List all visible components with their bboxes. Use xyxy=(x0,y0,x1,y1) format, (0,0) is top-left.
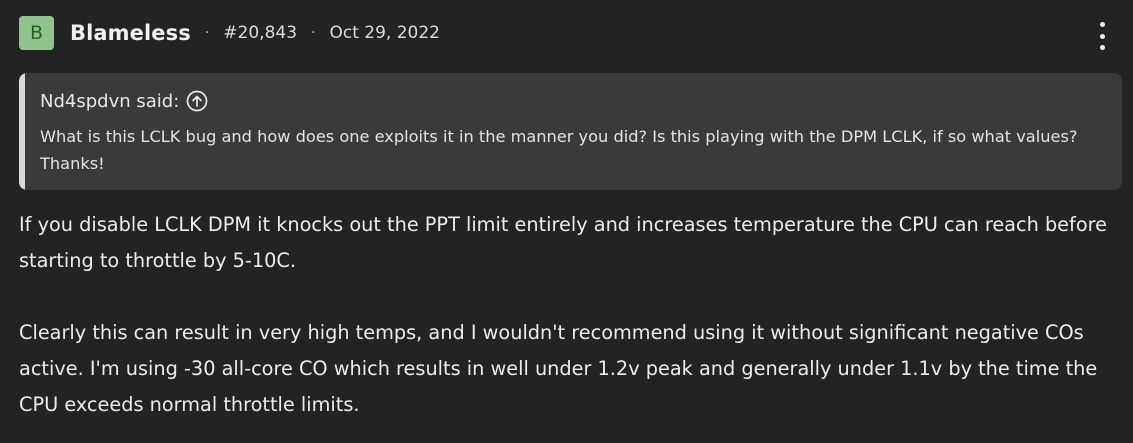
post-date[interactable]: Oct 29, 2022 xyxy=(329,23,440,43)
post-header: B Blameless · #20,843 · Oct 29, 2022 xyxy=(19,16,440,50)
quote-block: Nd4spdvn said: What is this LCLK bug and… xyxy=(19,73,1122,190)
forum-post: B Blameless · #20,843 · Oct 29, 2022 Nd4… xyxy=(0,0,1133,443)
avatar[interactable]: B xyxy=(19,16,54,50)
arrow-up-circle-icon[interactable] xyxy=(185,89,209,113)
post-paragraph: Clearly this can result in very high tem… xyxy=(19,321,1098,416)
more-vertical-icon[interactable] xyxy=(1093,22,1111,50)
post-number[interactable]: #20,843 xyxy=(223,23,297,43)
meta-separator: · xyxy=(204,25,210,41)
post-body: If you disable LCLK DPM it knocks out th… xyxy=(19,207,1119,423)
meta-separator: · xyxy=(311,25,316,41)
kebab-dot xyxy=(1099,33,1105,39)
quote-accent-bar xyxy=(19,73,25,190)
kebab-dot xyxy=(1099,45,1105,50)
quote-author-line: Nd4spdvn said: xyxy=(40,89,209,113)
quote-author[interactable]: Nd4spdvn said: xyxy=(40,91,179,112)
kebab-dot xyxy=(1099,22,1105,27)
username[interactable]: Blameless xyxy=(70,21,191,45)
post-paragraph: If you disable LCLK DPM it knocks out th… xyxy=(19,213,1107,272)
quote-text: What is this LCLK bug and how does one e… xyxy=(40,127,1078,173)
